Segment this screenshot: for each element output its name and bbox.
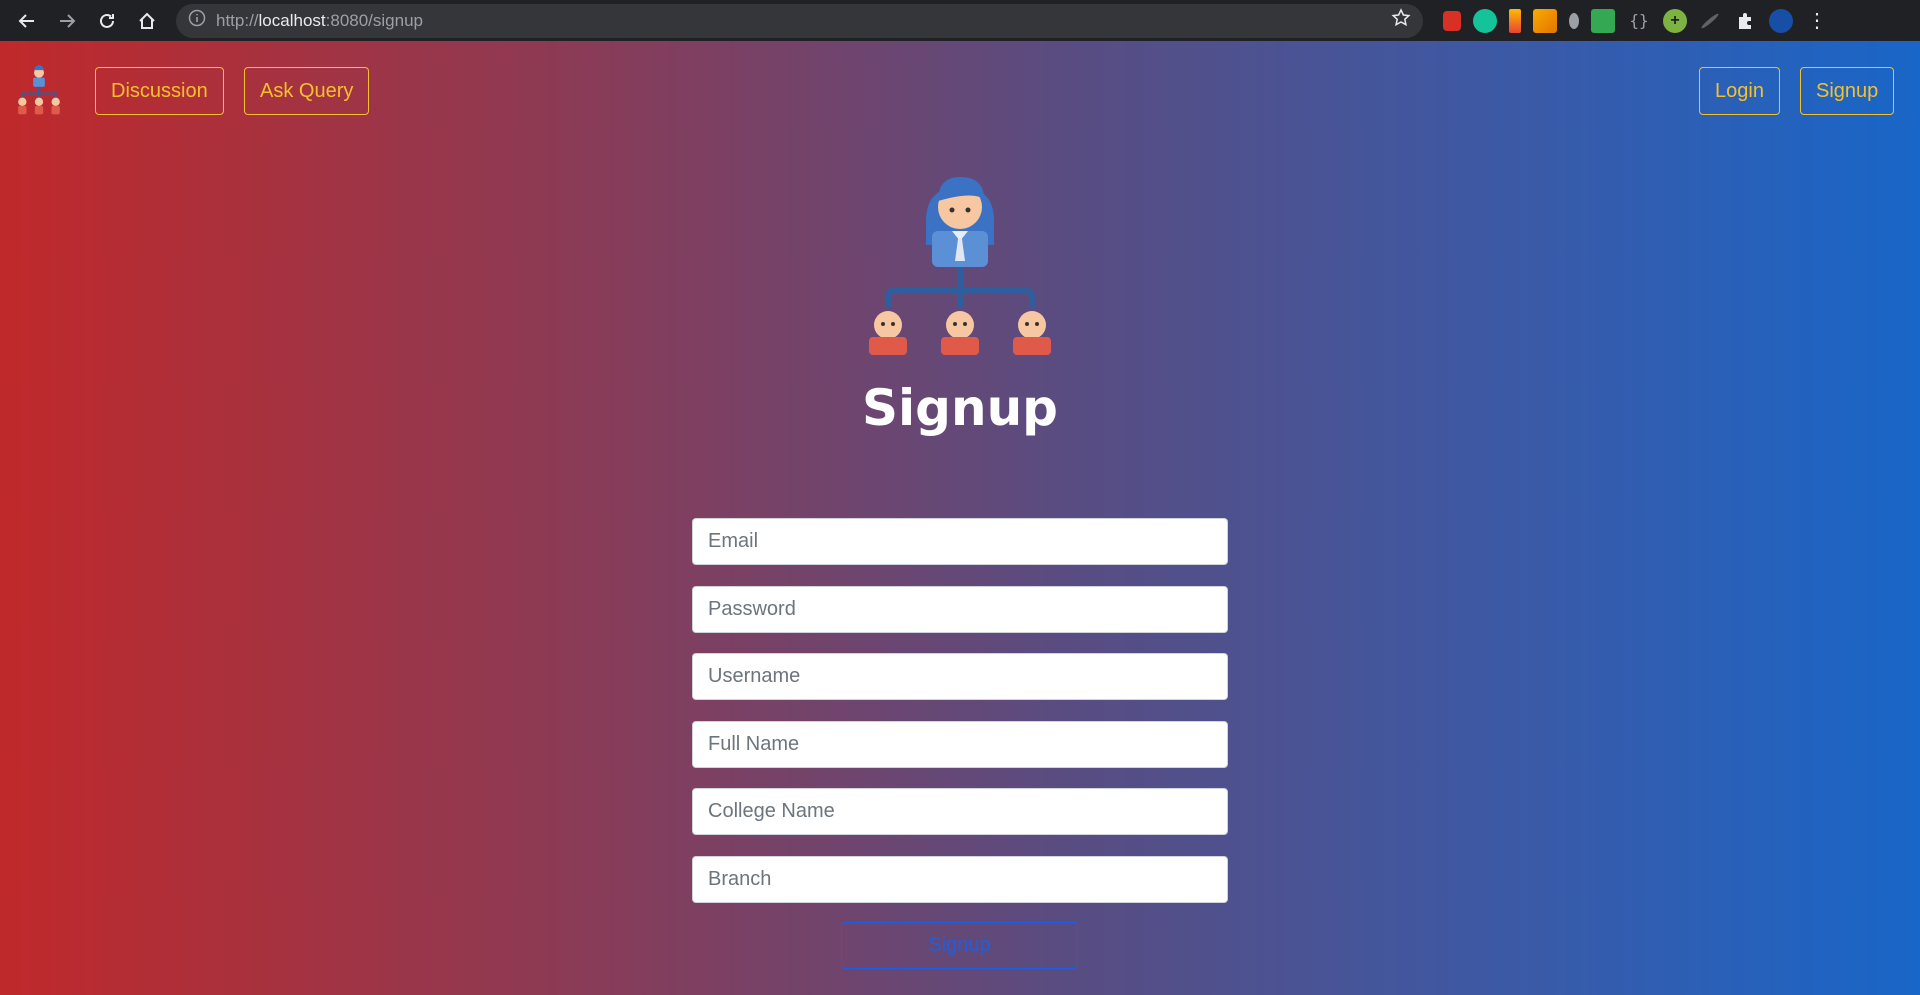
pen-extension-icon[interactable] xyxy=(1700,11,1720,30)
shield-extension-icon[interactable] xyxy=(1443,10,1461,31)
page-title: Signup xyxy=(862,379,1058,437)
navbar: Discussion Ask Query Login Signup xyxy=(0,41,1920,141)
site-info-icon[interactable] xyxy=(188,9,206,32)
reload-icon[interactable] xyxy=(90,4,124,38)
profile-avatar-icon[interactable] xyxy=(1769,8,1793,33)
url-text[interactable]: http://localhost:8080/signup xyxy=(216,11,1391,31)
home-icon[interactable] xyxy=(130,4,164,38)
branch-field[interactable] xyxy=(692,855,1228,903)
forward-icon[interactable] xyxy=(50,4,84,38)
menu-kebab-icon[interactable]: ⋮ xyxy=(1805,9,1829,33)
extensions-bar: {} + ⋮ xyxy=(1443,8,1829,33)
download-extension-icon[interactable] xyxy=(1509,8,1521,33)
pencil-extension-icon[interactable] xyxy=(1533,8,1557,33)
add-extension-icon[interactable]: + xyxy=(1663,8,1687,33)
brand-logo-icon[interactable] xyxy=(14,65,64,117)
tree-extension-icon[interactable] xyxy=(1591,8,1615,33)
college-name-field[interactable] xyxy=(692,788,1228,835)
bookmark-star-icon[interactable] xyxy=(1391,8,1411,33)
hierarchy-icon xyxy=(866,161,1054,355)
browser-toolbar: http://localhost:8080/signup {} + ⋮ xyxy=(0,0,1920,41)
puzzle-extensions-icon[interactable] xyxy=(1733,9,1757,33)
back-icon[interactable] xyxy=(10,4,44,38)
email-field[interactable] xyxy=(692,518,1228,565)
mouse-extension-icon[interactable] xyxy=(1569,12,1579,29)
grammarly-extension-icon[interactable] xyxy=(1473,8,1497,33)
json-extension-icon[interactable]: {} xyxy=(1627,9,1651,33)
address-bar[interactable]: http://localhost:8080/signup xyxy=(176,3,1423,38)
username-field[interactable] xyxy=(692,653,1228,700)
password-field[interactable] xyxy=(692,585,1228,633)
url-host: localhost xyxy=(258,10,326,30)
signup-form xyxy=(692,518,1228,923)
ask-query-link[interactable]: Ask Query xyxy=(244,67,370,115)
signup-link[interactable]: Signup xyxy=(1800,67,1895,115)
discussion-link[interactable]: Discussion xyxy=(95,67,224,115)
full-name-field[interactable] xyxy=(692,720,1228,768)
url-path: :8080/signup xyxy=(325,10,424,30)
signup-page: Discussion Ask Query Login Signup Signup… xyxy=(0,41,1920,995)
login-link[interactable]: Login xyxy=(1699,67,1780,115)
url-scheme: http:// xyxy=(216,10,259,30)
signup-submit-button[interactable]: Signup xyxy=(841,922,1078,969)
